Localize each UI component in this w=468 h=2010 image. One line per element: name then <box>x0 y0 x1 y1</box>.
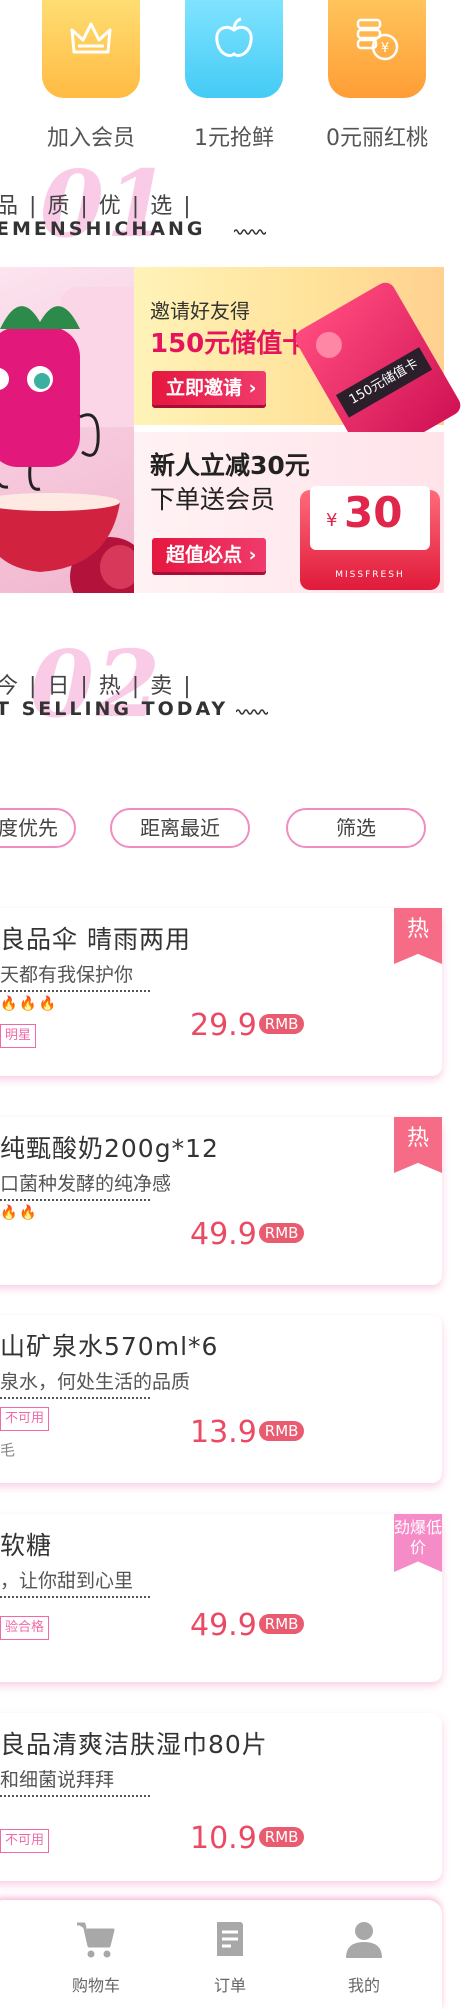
invite-button-label: 立即邀请 <box>166 377 243 399</box>
coupon-envelope-graphic: ¥ 30 MISSFRESH <box>300 486 440 590</box>
product-price: 10.9 RMB <box>190 1821 305 1856</box>
product-subtitle: 和细菌说拜拜 <box>0 1769 115 1791</box>
product-card[interactable]: 软糖 ，让你甜到心里 验合格 49.9 RMB 劲爆低价 <box>0 1514 442 1682</box>
product-title: 良品伞 晴雨两用 <box>0 925 191 954</box>
strawberry-mascot-illustration <box>0 287 134 593</box>
product-subtitle: 口菌种发酵的纯净感 <box>0 1173 172 1195</box>
tab-label: 我的 <box>347 1976 380 1995</box>
profile-icon <box>346 1922 382 1958</box>
dotted-divider <box>0 1596 150 1598</box>
tab-label: 订单 <box>213 1976 246 1995</box>
coupon-amount: 30 <box>344 488 403 537</box>
flame-rating-icon: 🔥🔥🔥 <box>0 996 59 1012</box>
coins-icon: ¥ <box>328 0 426 98</box>
price-unit-badge: RMB <box>258 1826 305 1847</box>
section-title-en: T SELLING TODAY <box>0 698 229 720</box>
tab-cart[interactable]: 购物车 <box>36 1918 156 1996</box>
product-price: 49.9 RMB <box>190 1217 305 1252</box>
wave-decoration <box>236 709 268 715</box>
quick-zero-yuan[interactable]: ¥ 0元丽红桃 <box>286 0 428 151</box>
filter-options[interactable]: 筛选 <box>286 808 426 848</box>
newcomer-button-label: 超值必点 <box>166 544 243 566</box>
newcomer-line1: 新人立减30元 <box>150 451 310 480</box>
newcomer-button[interactable]: 超值必点 › <box>152 538 267 572</box>
wave-decoration <box>234 229 266 235</box>
low-price-badge: 劲爆低价 <box>394 1514 442 1572</box>
tab-label: 购物车 <box>71 1976 120 1995</box>
dotted-divider <box>0 1397 150 1399</box>
product-subtitle: ，让你甜到心里 <box>0 1570 134 1592</box>
invite-friends-banner[interactable]: 邀请好友得 150元储值卡 立即邀请 › 150元储值卡 <box>134 267 464 465</box>
tab-orders[interactable]: 订单 <box>170 1918 290 1996</box>
product-title: 山矿泉水570ml*6 <box>0 1332 219 1361</box>
newcomer-line2: 下单送会员 <box>150 485 276 514</box>
svg-text:¥: ¥ <box>381 41 389 56</box>
product-price: 49.9 RMB <box>190 1608 305 1643</box>
crown-icon <box>42 0 140 98</box>
product-price: 29.9 RMB <box>190 1008 305 1043</box>
invite-line2: 150元储值卡 <box>150 329 309 359</box>
tab-profile[interactable]: 我的 <box>304 1918 424 1996</box>
order-icon <box>217 1922 243 1956</box>
card-label: 150元储值卡 <box>335 347 433 418</box>
quick-label: 0元丽红桃 <box>326 126 428 151</box>
product-title: 良品清爽洁肤湿巾80片 <box>0 1730 268 1759</box>
filter-nearest[interactable]: 距离最近 <box>110 808 250 848</box>
dotted-divider <box>0 1795 150 1797</box>
product-subtitle: 天都有我保护你 <box>0 964 134 986</box>
invite-line1: 邀请好友得 <box>150 299 250 323</box>
product-card[interactable]: 良品清爽洁肤湿巾80片 和细菌说拜拜 不可用 10.9 RMB <box>0 1713 442 1881</box>
product-card[interactable]: 山矿泉水570ml*6 泉水，何处生活的品质 不可用 毛 13.9 RMB <box>0 1315 442 1483</box>
bottom-tab-bar: 购物车 订单 我的 <box>0 1900 442 2010</box>
section-title-en: EMENSHICHANG <box>0 218 206 240</box>
product-title: 软糖 <box>0 1531 53 1560</box>
product-tag: 明星 <box>0 1024 37 1048</box>
product-tag: 不可用 <box>0 1829 50 1853</box>
coupon-ticket: ¥ 30 <box>310 486 430 550</box>
quick-one-yuan[interactable]: 1元抢鲜 <box>143 0 283 151</box>
product-card[interactable]: 纯甄酸奶200g*12 口菌种发酵的纯净感 🔥🔥 49.9 RMB 热 <box>0 1117 442 1285</box>
card-logo-icon <box>311 327 347 363</box>
product-tag: 验合格 <box>0 1616 50 1640</box>
hot-badge: 热 <box>394 1117 442 1173</box>
product-tag: 不可用 <box>0 1407 50 1431</box>
price-unit-badge: RMB <box>258 1222 305 1243</box>
apple-icon <box>185 0 283 98</box>
hot-badge: 热 <box>394 908 442 964</box>
newcomer-banner[interactable]: 新人立减30元 下单送会员 超值必点 › ¥ 30 MISSFRESH <box>134 432 444 593</box>
promo-mascot-banner[interactable] <box>0 267 134 593</box>
flame-rating-icon: 🔥🔥 <box>0 1205 39 1221</box>
product-price: 13.9 RMB <box>190 1415 305 1450</box>
price-unit-badge: RMB <box>258 1613 305 1634</box>
product-card[interactable]: 良品伞 晴雨两用 天都有我保护你 🔥🔥🔥 明星 29.9 RMB 热 <box>0 908 442 1076</box>
price-unit-badge: RMB <box>258 1420 305 1441</box>
cart-icon <box>77 1922 115 1958</box>
product-title: 纯甄酸奶200g*12 <box>0 1134 219 1163</box>
price-unit-badge: RMB <box>258 1013 305 1034</box>
invite-button[interactable]: 立即邀请 › <box>152 371 267 405</box>
product-subtitle: 泉水，何处生活的品质 <box>0 1371 191 1393</box>
coupon-brand: MISSFRESH <box>335 570 405 580</box>
coupon-currency: ¥ <box>326 510 338 531</box>
product-extra: 毛 <box>0 1441 16 1459</box>
filter-priority[interactable]: 度优先 <box>0 808 76 848</box>
quick-join-member[interactable]: 加入会员 <box>0 0 140 151</box>
section-title-cn: 今 | 日 | 热 | 卖 | <box>0 674 193 699</box>
dotted-divider <box>0 990 150 992</box>
section-title-cn: 品 | 质 | 优 | 选 | <box>0 194 193 219</box>
dotted-divider <box>0 1199 150 1201</box>
